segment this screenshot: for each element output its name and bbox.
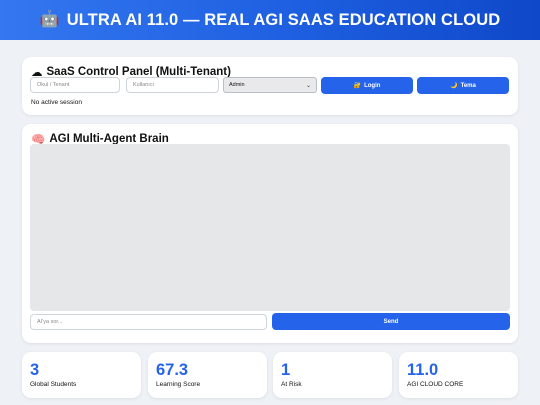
- role-select[interactable]: Admin ⌄: [223, 77, 317, 93]
- stat-card-learning-score: 67.3 Learning Score: [148, 352, 267, 398]
- stat-card-students: 3 Global Students: [22, 352, 141, 398]
- stat-label: At Risk: [281, 381, 302, 388]
- stat-label: Global Students: [30, 381, 77, 388]
- stat-label: AGI CLOUD CORE: [407, 381, 464, 388]
- login-button[interactable]: 🔐 Login: [321, 77, 413, 94]
- stat-value: 67.3: [156, 361, 189, 379]
- tenant-placeholder: Okul / Tenant: [37, 82, 70, 88]
- login-label: Login: [364, 82, 381, 89]
- stat-card-agi-core: 11.0 AGI CLOUD CORE: [399, 352, 518, 398]
- stat-label: Learning Score: [156, 381, 201, 388]
- agi-brain-panel: 🧠 AGI Multi-Agent Brain AI'ya sor... Sen…: [22, 124, 518, 343]
- session-status: No active session: [31, 99, 82, 106]
- robot-icon: 🤖: [39, 11, 60, 28]
- user-placeholder: Kullanıcı: [133, 82, 155, 88]
- chevron-down-icon: ⌄: [305, 82, 311, 89]
- stat-value: 11.0: [407, 361, 439, 379]
- saas-control-panel: ☁ SaaS Control Panel (Multi-Tenant) Okul…: [22, 57, 518, 115]
- theme-label: Tema: [460, 82, 476, 89]
- chat-output-area[interactable]: [30, 144, 510, 311]
- stat-value: 3: [30, 361, 40, 379]
- user-input[interactable]: Kullanıcı: [126, 77, 219, 93]
- ask-ai-placeholder: AI'ya sor...: [37, 319, 63, 325]
- tenant-input[interactable]: Okul / Tenant: [30, 77, 120, 93]
- stat-card-at-risk: 1 At Risk: [273, 352, 392, 398]
- theme-button[interactable]: 🌙 Tema: [417, 77, 509, 94]
- app-title: ULTRA AI 11.0 — REAL AGI SAAS EDUCATION …: [66, 10, 501, 29]
- send-button[interactable]: Send: [272, 313, 510, 330]
- app-header: 🤖 ULTRA AI 11.0 — REAL AGI SAAS EDUCATIO…: [0, 0, 540, 40]
- role-select-value: Admin: [229, 82, 245, 88]
- send-label: Send: [383, 318, 399, 325]
- ask-ai-input[interactable]: AI'ya sor...: [30, 314, 267, 330]
- key-lock-icon: 🔐: [353, 83, 362, 89]
- moon-icon: 🌙: [450, 83, 458, 89]
- stat-value: 1: [281, 361, 291, 379]
